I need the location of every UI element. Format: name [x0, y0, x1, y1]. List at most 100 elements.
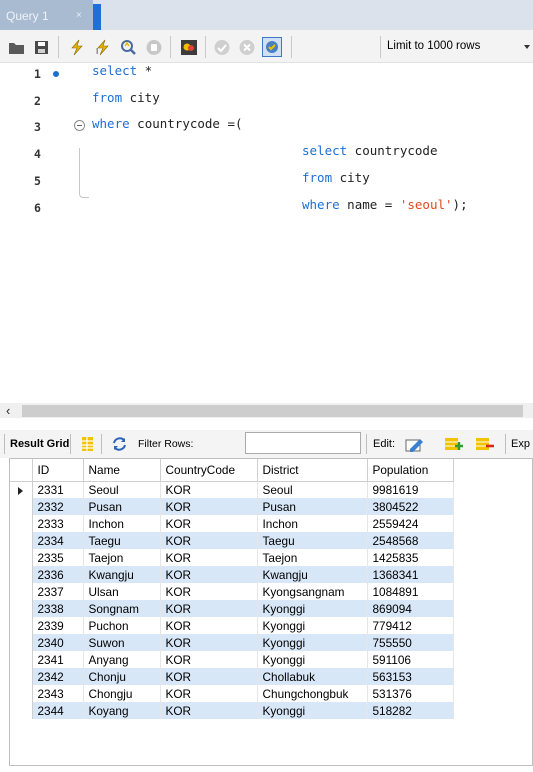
- cell-id[interactable]: 2336: [32, 566, 84, 583]
- insert-row-icon[interactable]: [444, 436, 464, 452]
- cell-district[interactable]: Kyonggi: [257, 702, 368, 719]
- row-indicator[interactable]: [10, 566, 33, 583]
- table-row[interactable]: 2338 Songnam KOR Kyonggi 869094: [10, 600, 454, 617]
- open-folder-icon[interactable]: [8, 39, 26, 56]
- cell-name[interactable]: Taegu: [83, 532, 161, 549]
- cell-population[interactable]: 9981619: [367, 481, 454, 498]
- cell-id[interactable]: 2338: [32, 600, 84, 617]
- explain-icon[interactable]: [119, 39, 137, 56]
- cell-population[interactable]: 518282: [367, 702, 454, 719]
- cell-district[interactable]: Kyongsangnam: [257, 583, 368, 600]
- row-indicator[interactable]: [10, 549, 33, 566]
- cell-district[interactable]: Chungchongbuk: [257, 685, 368, 702]
- tab-query-1[interactable]: Query 1 ×: [0, 0, 93, 30]
- cell-population[interactable]: 2559424: [367, 515, 454, 532]
- cell-id[interactable]: 2340: [32, 634, 84, 651]
- commit-icon[interactable]: [213, 39, 231, 56]
- cell-population[interactable]: 3804522: [367, 498, 454, 515]
- cell-district[interactable]: Taejon: [257, 549, 368, 566]
- table-row[interactable]: 2341 Anyang KOR Kyonggi 591106: [10, 651, 454, 668]
- cell-countrycode[interactable]: KOR: [160, 583, 258, 600]
- cell-id[interactable]: 2331: [32, 481, 84, 498]
- execute-icon[interactable]: [68, 39, 86, 56]
- cell-name[interactable]: Inchon: [83, 515, 161, 532]
- cell-id[interactable]: 2332: [32, 498, 84, 515]
- cell-name[interactable]: Chonju: [83, 668, 161, 685]
- cell-id[interactable]: 2335: [32, 549, 84, 566]
- row-indicator[interactable]: [10, 685, 33, 702]
- row-indicator[interactable]: [10, 583, 33, 600]
- cell-population[interactable]: 531376: [367, 685, 454, 702]
- cell-district[interactable]: Kyonggi: [257, 600, 368, 617]
- cell-countrycode[interactable]: KOR: [160, 498, 258, 515]
- table-row[interactable]: 2335 Taejon KOR Taejon 1425835: [10, 549, 454, 566]
- table-row[interactable]: 2340 Suwon KOR Kyonggi 755550: [10, 634, 454, 651]
- cell-countrycode[interactable]: KOR: [160, 702, 258, 719]
- cell-countrycode[interactable]: KOR: [160, 532, 258, 549]
- cell-countrycode[interactable]: KOR: [160, 515, 258, 532]
- toggle-results-icon[interactable]: [180, 39, 198, 56]
- cell-id[interactable]: 2344: [32, 702, 84, 719]
- table-row[interactable]: 2332 Pusan KOR Pusan 3804522: [10, 498, 454, 515]
- table-row[interactable]: 2339 Puchon KOR Kyonggi 779412: [10, 617, 454, 634]
- cell-id[interactable]: 2341: [32, 651, 84, 668]
- column-header-population[interactable]: Population: [367, 459, 454, 482]
- table-row[interactable]: 2343 Chongju KOR Chungchongbuk 531376: [10, 685, 454, 702]
- table-row[interactable]: 2331 Seoul KOR Seoul 9981619: [10, 481, 454, 498]
- stop-icon[interactable]: [145, 39, 163, 56]
- cell-countrycode[interactable]: KOR: [160, 634, 258, 651]
- delete-row-icon[interactable]: [475, 436, 495, 452]
- cell-countrycode[interactable]: KOR: [160, 600, 258, 617]
- column-header-id[interactable]: ID: [32, 459, 84, 482]
- cell-countrycode[interactable]: KOR: [160, 481, 258, 498]
- row-indicator[interactable]: [10, 481, 33, 498]
- column-header-district[interactable]: District: [257, 459, 368, 482]
- cell-countrycode[interactable]: KOR: [160, 668, 258, 685]
- export-label[interactable]: Exp: [511, 438, 530, 450]
- cell-population[interactable]: 755550: [367, 634, 454, 651]
- cell-district[interactable]: Kyonggi: [257, 651, 368, 668]
- cell-id[interactable]: 2342: [32, 668, 84, 685]
- cell-name[interactable]: Koyang: [83, 702, 161, 719]
- cell-name[interactable]: Taejon: [83, 549, 161, 566]
- cell-district[interactable]: Seoul: [257, 481, 368, 498]
- row-indicator[interactable]: [10, 515, 33, 532]
- cell-district[interactable]: Kyonggi: [257, 634, 368, 651]
- table-row[interactable]: 2342 Chonju KOR Chollabuk 563153: [10, 668, 454, 685]
- cell-population[interactable]: 591106: [367, 651, 454, 668]
- cell-district[interactable]: Kwangju: [257, 566, 368, 583]
- chevron-down-icon[interactable]: [524, 45, 530, 49]
- refresh-icon[interactable]: [111, 436, 128, 452]
- cell-countrycode[interactable]: KOR: [160, 685, 258, 702]
- cell-countrycode[interactable]: KOR: [160, 549, 258, 566]
- row-indicator[interactable]: [10, 702, 33, 719]
- cell-id[interactable]: 2333: [32, 515, 84, 532]
- table-row[interactable]: 2337 Ulsan KOR Kyongsangnam 1084891: [10, 583, 454, 600]
- cell-name[interactable]: Songnam: [83, 600, 161, 617]
- cell-name[interactable]: Puchon: [83, 617, 161, 634]
- grid-layout-icon[interactable]: [79, 436, 96, 452]
- row-indicator[interactable]: [10, 600, 33, 617]
- column-header-name[interactable]: Name: [83, 459, 161, 482]
- editor-horizontal-scrollbar[interactable]: ‹: [0, 403, 533, 418]
- cell-id[interactable]: 2343: [32, 685, 84, 702]
- cell-population[interactable]: 563153: [367, 668, 454, 685]
- result-grid-tab[interactable]: Result Grid: [10, 438, 69, 450]
- row-indicator[interactable]: [10, 532, 33, 549]
- cell-population[interactable]: 869094: [367, 600, 454, 617]
- table-row[interactable]: 2334 Taegu KOR Taegu 2548568: [10, 532, 454, 549]
- cell-district[interactable]: Chollabuk: [257, 668, 368, 685]
- cell-name[interactable]: Anyang: [83, 651, 161, 668]
- cell-population[interactable]: 1368341: [367, 566, 454, 583]
- cell-population[interactable]: 1425835: [367, 549, 454, 566]
- fold-collapse-icon[interactable]: [74, 120, 85, 131]
- row-indicator[interactable]: [10, 651, 33, 668]
- autocommit-icon[interactable]: [262, 37, 282, 57]
- cell-countrycode[interactable]: KOR: [160, 617, 258, 634]
- cell-name[interactable]: Chongju: [83, 685, 161, 702]
- table-row[interactable]: 2333 Inchon KOR Inchon 2559424: [10, 515, 454, 532]
- sql-editor[interactable]: 1 select * 2 from city 3 where countryco…: [0, 63, 533, 403]
- cell-id[interactable]: 2339: [32, 617, 84, 634]
- cell-district[interactable]: Inchon: [257, 515, 368, 532]
- cell-population[interactable]: 2548568: [367, 532, 454, 549]
